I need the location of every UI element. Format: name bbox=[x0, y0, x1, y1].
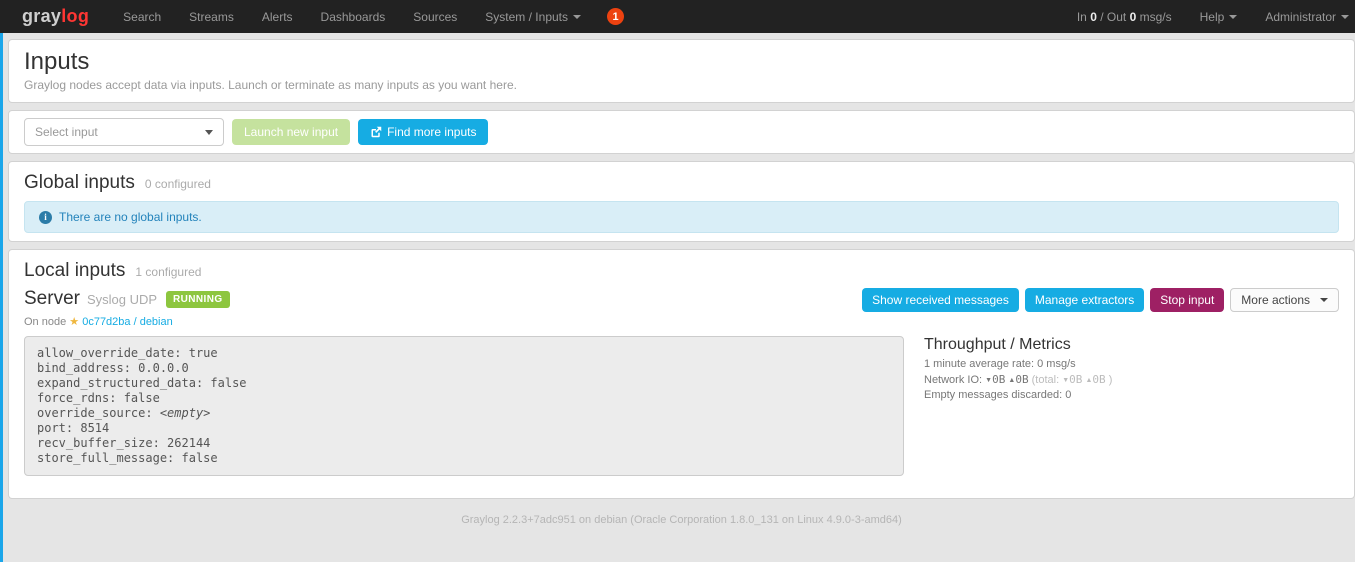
page-content: Inputs Graylog nodes accept data via inp… bbox=[8, 39, 1355, 526]
favorite-star-icon: ★ bbox=[69, 316, 79, 328]
page-title: Inputs bbox=[24, 48, 1339, 76]
nav-streams-label: Streams bbox=[189, 10, 234, 24]
input-name: Server bbox=[24, 288, 80, 310]
local-inputs-count: 1 configured bbox=[135, 265, 201, 279]
nav-alerts-label: Alerts bbox=[262, 10, 293, 24]
notification-badge[interactable]: 1 bbox=[607, 8, 624, 25]
on-node-label: On node bbox=[24, 316, 66, 328]
config-line: port: 8514 bbox=[37, 421, 891, 436]
config-line: store_full_message: false bbox=[37, 451, 891, 466]
config-line: bind_address: 0.0.0.0 bbox=[37, 361, 891, 376]
input-type-select[interactable]: Select input bbox=[24, 118, 224, 146]
info-icon: i bbox=[39, 211, 52, 224]
input-configuration-block: allow_override_date: true bind_address: … bbox=[24, 336, 904, 476]
page-header-card: Inputs Graylog nodes accept data via inp… bbox=[8, 39, 1355, 103]
left-edge-stripe bbox=[0, 33, 3, 562]
local-inputs-card: Local inputs 1 configured Server Syslog … bbox=[8, 249, 1355, 499]
no-global-inputs-text: There are no global inputs. bbox=[59, 210, 202, 224]
input-row-header: Server Syslog UDP RUNNING Show received … bbox=[24, 288, 1339, 312]
network-io-line: Network IO: ▼0B ▲0B (total: ▼0B ▲0B ) bbox=[924, 373, 1112, 386]
page-description: Graylog nodes accept data via inputs. La… bbox=[24, 78, 1339, 92]
nav-system-inputs-label: System / Inputs bbox=[485, 10, 568, 24]
nav-dashboards[interactable]: Dashboards bbox=[307, 0, 400, 33]
throughput-in-label: In bbox=[1077, 10, 1087, 24]
throughput-out-label: / Out bbox=[1100, 10, 1126, 24]
average-rate-line: 1 minute average rate: 0 msg/s bbox=[924, 358, 1112, 370]
nav-alerts[interactable]: Alerts bbox=[248, 0, 307, 33]
find-more-inputs-label: Find more inputs bbox=[387, 125, 476, 139]
throughput-out-value: 0 bbox=[1130, 10, 1137, 24]
graylog-logo[interactable]: graylog bbox=[0, 6, 109, 27]
empty-messages-line: Empty messages discarded: 0 bbox=[924, 389, 1112, 401]
node-line: On node ★ 0c77d2ba / debian bbox=[24, 315, 1339, 328]
status-badge: RUNNING bbox=[166, 291, 229, 308]
no-global-inputs-alert: i There are no global inputs. bbox=[24, 201, 1339, 233]
throughput-in-value: 0 bbox=[1090, 10, 1097, 24]
node-link[interactable]: 0c77d2ba / debian bbox=[82, 316, 173, 328]
network-up-value: 0B bbox=[1015, 373, 1028, 386]
config-line: override_source: <empty> bbox=[37, 406, 891, 421]
more-actions-label: More actions bbox=[1241, 293, 1310, 307]
global-inputs-title: Global inputs bbox=[24, 172, 135, 194]
input-details-row: allow_override_date: true bind_address: … bbox=[24, 336, 1339, 476]
network-io-label: Network IO: bbox=[924, 374, 982, 386]
create-input-card: Select input Launch new input Find more … bbox=[8, 110, 1355, 154]
total-close-label: ) bbox=[1109, 374, 1113, 386]
config-line: recv_buffer_size: 262144 bbox=[37, 436, 891, 451]
nav-sources[interactable]: Sources bbox=[399, 0, 471, 33]
main-navigation: Search Streams Alerts Dashboards Sources… bbox=[109, 0, 624, 33]
nav-dashboards-label: Dashboards bbox=[321, 10, 386, 24]
chevron-down-icon bbox=[1341, 15, 1349, 19]
input-actions: Show received messages Manage extractors… bbox=[862, 288, 1339, 312]
global-throughput-indicator: In 0 / Out 0 msg/s bbox=[1077, 10, 1172, 24]
chevron-down-icon bbox=[1320, 298, 1328, 302]
navbar-right: In 0 / Out 0 msg/s Help Administrator bbox=[1077, 10, 1349, 24]
total-down-value: 0B bbox=[1069, 373, 1082, 386]
logo-text-log: log bbox=[61, 6, 89, 26]
nav-search[interactable]: Search bbox=[109, 0, 175, 33]
total-up-value: 0B bbox=[1092, 373, 1105, 386]
nav-system-inputs[interactable]: System / Inputs bbox=[471, 0, 595, 33]
throughput-metrics-panel: Throughput / Metrics 1 minute average ra… bbox=[924, 336, 1112, 476]
local-inputs-title: Local inputs bbox=[24, 260, 125, 282]
global-inputs-count: 0 configured bbox=[145, 177, 211, 191]
config-line: allow_override_date: true bbox=[37, 346, 891, 361]
manage-extractors-button[interactable]: Manage extractors bbox=[1025, 288, 1144, 312]
external-link-icon bbox=[370, 126, 382, 138]
input-type: Syslog UDP bbox=[87, 292, 157, 307]
version-footer: Graylog 2.2.3+7adc951 on debian (Oracle … bbox=[8, 514, 1355, 526]
config-line: expand_structured_data: false bbox=[37, 376, 891, 391]
launch-new-input-button[interactable]: Launch new input bbox=[232, 119, 350, 145]
input-type-select-value: Select input bbox=[35, 125, 98, 139]
nav-user-menu[interactable]: Administrator bbox=[1265, 10, 1349, 24]
top-navbar: graylog Search Streams Alerts Dashboards… bbox=[0, 0, 1355, 33]
nav-sources-label: Sources bbox=[413, 10, 457, 24]
find-more-inputs-button[interactable]: Find more inputs bbox=[358, 119, 488, 145]
network-down-value: 0B bbox=[992, 373, 1005, 386]
stop-input-button[interactable]: Stop input bbox=[1150, 288, 1224, 312]
launch-new-input-label: Launch new input bbox=[244, 125, 338, 139]
config-line: force_rdns: false bbox=[37, 391, 891, 406]
throughput-unit: msg/s bbox=[1140, 10, 1172, 24]
show-received-messages-button[interactable]: Show received messages bbox=[862, 288, 1019, 312]
more-actions-button[interactable]: More actions bbox=[1230, 288, 1339, 312]
help-label: Help bbox=[1200, 10, 1225, 24]
user-label: Administrator bbox=[1265, 10, 1336, 24]
total-open-label: (total: bbox=[1032, 374, 1060, 386]
chevron-down-icon bbox=[205, 130, 213, 135]
nav-search-label: Search bbox=[123, 10, 161, 24]
throughput-metrics-title: Throughput / Metrics bbox=[924, 336, 1112, 354]
global-inputs-card: Global inputs 0 configured i There are n… bbox=[8, 161, 1355, 242]
nav-streams[interactable]: Streams bbox=[175, 0, 248, 33]
logo-text-gray: gray bbox=[22, 6, 61, 26]
nav-help-menu[interactable]: Help bbox=[1200, 10, 1238, 24]
chevron-down-icon bbox=[1229, 15, 1237, 19]
network-total-group: (total: ▼0B ▲0B ) bbox=[1032, 374, 1113, 386]
chevron-down-icon bbox=[573, 15, 581, 19]
